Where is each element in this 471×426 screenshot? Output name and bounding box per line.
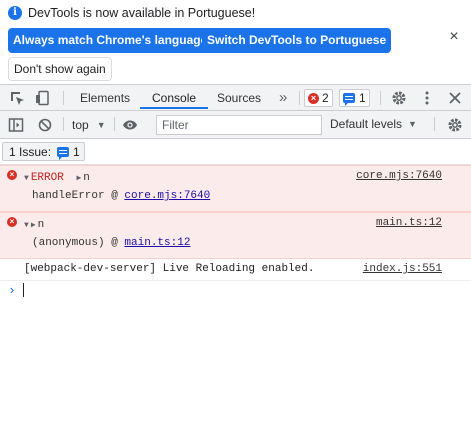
message-count: 1 (359, 91, 366, 105)
error-summary[interactable]: ▼ ▶ n (24, 219, 44, 231)
error-object: n (37, 219, 45, 231)
expanded-triangle-icon: ▼ (24, 221, 29, 230)
toolbar-divider (63, 91, 64, 105)
stack-function: (anonymous) @ (32, 237, 125, 249)
collapsed-triangle-icon: ▶ (30, 221, 36, 230)
stack-function: handleError @ (32, 190, 125, 202)
tab-elements[interactable]: Elements (80, 85, 130, 111)
close-devtools-icon[interactable] (447, 90, 463, 106)
toolbar-divider (299, 91, 300, 105)
expanded-triangle-icon: ▼ (24, 174, 29, 183)
more-tabs-icon[interactable]: » (279, 85, 287, 111)
issues-button[interactable]: 1 Issue: 1 (2, 142, 85, 161)
show-sidebar-icon[interactable] (8, 117, 24, 133)
issues-count: 1 (73, 144, 80, 159)
error-prefix: ERROR (30, 172, 64, 184)
tab-sources[interactable]: Sources (217, 85, 261, 111)
context-value: top (72, 118, 89, 132)
infobar-message-row: i DevTools is now available in Portugues… (8, 4, 255, 22)
toolbar-divider (380, 91, 381, 105)
always-match-language-button[interactable]: Always match Chrome's language (8, 28, 213, 53)
chevron-down-icon: ▼ (96, 120, 106, 130)
stack-frame: (anonymous) @ main.ts:12 (32, 237, 190, 249)
toolbar-divider (434, 117, 435, 131)
inspect-element-icon[interactable] (9, 90, 25, 106)
source-link[interactable]: index.js:551 (363, 263, 442, 275)
message-icon (343, 93, 355, 106)
clear-console-icon[interactable] (37, 117, 53, 133)
live-expression-eye-icon[interactable] (122, 117, 138, 133)
infobar-message: DevTools is now available in Portuguese! (28, 6, 256, 20)
console-error-message[interactable]: × ▼ ▶ n main.ts:12 (anonymous) @ main.ts:1… (0, 212, 471, 259)
language-infobar: i DevTools is now available in Portugues… (0, 0, 471, 84)
log-levels-dropdown[interactable]: Default levels ▼ (330, 117, 417, 131)
error-icon: × (7, 217, 17, 227)
javascript-context-select[interactable]: top ▼ (72, 117, 106, 133)
device-toolbar-icon[interactable] (35, 90, 51, 106)
error-object: n (83, 172, 90, 184)
source-link[interactable]: core.mjs:7640 (356, 170, 442, 182)
error-summary[interactable]: ▼ ERROR ▶ n (24, 172, 90, 184)
customize-menu-icon[interactable] (419, 90, 435, 106)
console-filter-input[interactable] (156, 115, 322, 135)
message-count-badge[interactable]: 1 (339, 89, 370, 107)
console-settings-gear-icon[interactable] (447, 117, 463, 133)
devtools-tabbar: Elements Console Sources » × 2 1 (0, 84, 471, 111)
stack-frame-link[interactable]: core.mjs:7640 (124, 190, 210, 202)
error-icon: × (7, 170, 17, 180)
console-toolbar: top ▼ Default levels ▼ (0, 111, 471, 139)
console-input-caret[interactable] (23, 283, 24, 297)
console-prompt-icon: › (8, 283, 16, 298)
stack-frame: handleError @ core.mjs:7640 (32, 190, 210, 202)
dont-show-again-button[interactable]: Don't show again (8, 57, 112, 81)
error-count-badge[interactable]: × 2 (304, 89, 333, 107)
log-levels-label: Default levels (330, 117, 403, 131)
issue-message-icon (57, 146, 70, 160)
toolbar-divider (114, 117, 115, 131)
close-infobar-icon[interactable]: × (447, 29, 461, 45)
error-icon: × (308, 92, 319, 104)
issues-bar: 1 Issue: 1 (0, 139, 471, 165)
source-link[interactable]: main.ts:12 (376, 217, 442, 229)
collapsed-triangle-icon: ▶ (76, 174, 82, 183)
console-log-message: [webpack-dev-server] Live Reloading enab… (0, 259, 471, 281)
stack-frame-link[interactable]: main.ts:12 (124, 237, 190, 249)
log-text: [webpack-dev-server] Live Reloading enab… (24, 263, 315, 275)
info-icon: i (8, 6, 22, 20)
chevron-down-icon: ▼ (408, 119, 417, 129)
console-error-message[interactable]: × ▼ ERROR ▶ n core.mjs:7640 handleError @ … (0, 165, 471, 212)
error-count: 2 (322, 91, 329, 105)
active-tab-indicator (140, 107, 208, 109)
issues-label: 1 Issue: (9, 144, 52, 159)
switch-to-portuguese-button[interactable]: Switch DevTools to Portuguese (202, 28, 392, 53)
settings-gear-icon[interactable] (391, 90, 407, 106)
toolbar-divider (63, 117, 64, 131)
